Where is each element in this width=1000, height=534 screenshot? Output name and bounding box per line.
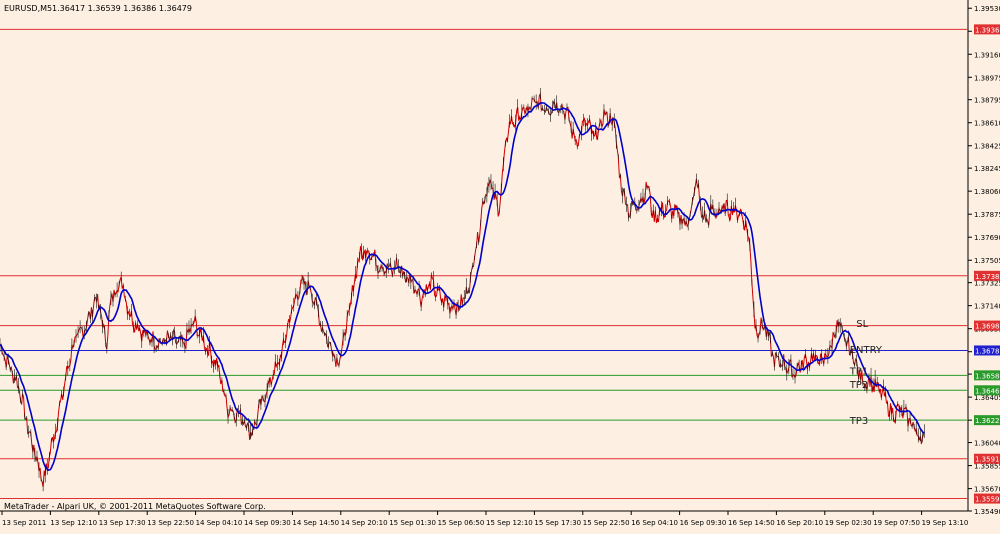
y-tick-label: 1.35855 [974,463,1000,471]
x-tick-label: 13 Sep 17:30 [99,519,146,527]
price-level-label: 1.37380 [975,273,1000,281]
price-chart[interactable]: SLENTRYTP1TP2TP3 1.395301.393451.391601.… [0,0,1000,530]
y-tick-label: 1.39160 [974,51,1000,59]
y-tick-label: 1.38245 [974,165,1000,173]
y-tick-label: 1.37325 [974,280,1000,288]
trade-annotation: TP3 [849,416,869,427]
x-tick-label: 19 Sep 02:30 [825,519,872,527]
y-tick-label: 1.35490 [974,508,1000,516]
trade-annotation: SL [856,319,868,330]
x-tick-label: 13 Sep 2011 [2,519,46,527]
price-level-label: 1.36980 [975,323,1000,331]
y-tick-label: 1.37140 [974,303,1000,311]
price-level-label: 1.35590 [975,496,1000,504]
x-tick-label: 16 Sep 14:50 [728,519,775,527]
price-level-label: 1.36227 [975,417,1000,425]
price-level-label: 1.36780 [975,347,1000,355]
x-tick-label: 15 Sep 22:50 [583,519,630,527]
y-tick-label: 1.36040 [974,440,1000,448]
y-tick-label: 1.38795 [974,97,1000,105]
y-tick-label: 1.37875 [974,211,1000,219]
x-tick-label: 16 Sep 20:10 [776,519,823,527]
y-tick-label: 1.39530 [974,5,1000,13]
y-tick-label: 1.37505 [974,257,1000,265]
plot-area [0,2,968,511]
y-tick-label: 1.35670 [974,486,1000,494]
x-tick-label: 13 Sep 12:10 [50,519,97,527]
price-level-label: 1.36460 [975,387,1000,395]
price-level-label: 1.39360 [975,26,1000,34]
price-level-label: 1.36580 [975,372,1000,380]
y-tick-label: 1.38060 [974,188,1000,196]
x-tick-label: 13 Sep 22:50 [147,519,194,527]
x-tick-label: 15 Sep 17:30 [534,519,581,527]
y-tick-label: 1.38425 [974,143,1000,151]
x-tick-label: 15 Sep 12:10 [486,519,533,527]
x-tick-label: 15 Sep 01:30 [389,519,436,527]
y-tick-label: 1.37690 [974,234,1000,242]
x-tick-label: 14 Sep 20:10 [341,519,388,527]
x-tick-label: 14 Sep 09:30 [244,519,291,527]
y-tick-label: 1.38975 [974,74,1000,82]
y-tick-label: 1.36405 [974,394,1000,402]
x-tick-label: 19 Sep 13:10 [922,519,969,527]
x-tick-label: 19 Sep 07:50 [873,519,920,527]
price-level-label: 1.35910 [975,456,1000,464]
x-tick-label: 16 Sep 04:10 [631,519,678,527]
chart-window: SLENTRYTP1TP2TP3 1.395301.393451.391601.… [0,0,1000,530]
footer-credit: MetaTrader - Alpari UK, © 2001-2011 Meta… [4,502,266,511]
trade-annotation: ENTRY [850,345,883,356]
y-tick-label: 1.38610 [974,120,1000,128]
x-tick-label: 14 Sep 04:10 [196,519,243,527]
ohlc-readout: 1.36417 1.36539 1.36386 1.36479 [52,4,192,13]
x-tick-label: 14 Sep 14:50 [292,519,339,527]
trade-annotation: TP1 [849,366,869,377]
x-tick-label: 15 Sep 06:50 [438,519,485,527]
trade-annotation: TP2 [849,380,869,391]
x-tick-label: 16 Sep 09:30 [680,519,727,527]
symbol-label: EURUSD,M5 [4,4,52,13]
